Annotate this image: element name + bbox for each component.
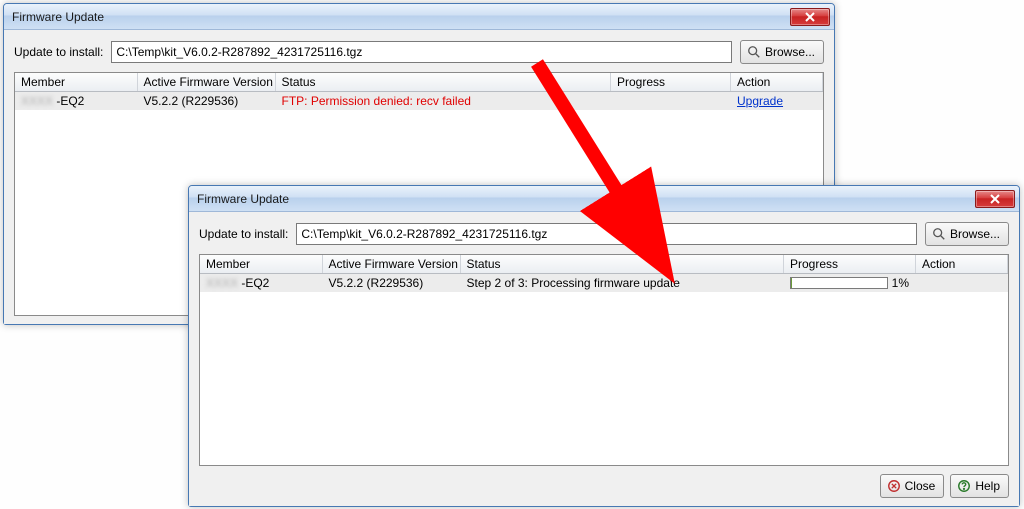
upgrade-link[interactable]: Upgrade	[737, 94, 783, 108]
col-version[interactable]: Active Firmware Version	[137, 73, 275, 92]
install-row: Update to install: Browse...	[14, 40, 824, 64]
col-progress[interactable]: Progress	[611, 73, 731, 92]
x-circle-icon	[887, 479, 901, 493]
install-row: Update to install: Browse...	[199, 222, 1009, 246]
close-icon	[805, 12, 815, 22]
browse-label: Browse...	[950, 227, 1000, 241]
firmware-table: Member Active Firmware Version Status Pr…	[199, 254, 1009, 466]
install-path-input[interactable]	[111, 41, 732, 63]
help-icon	[957, 479, 971, 493]
col-member[interactable]: Member	[15, 73, 137, 92]
close-label: Close	[905, 479, 936, 493]
install-path-input[interactable]	[296, 223, 917, 245]
help-button[interactable]: Help	[950, 474, 1009, 498]
table-header-row: Member Active Firmware Version Status Pr…	[15, 73, 823, 92]
table-header-row: Member Active Firmware Version Status Pr…	[200, 255, 1008, 274]
cell-action: Upgrade	[731, 92, 823, 111]
cell-status: FTP: Permission denied: recv failed	[275, 92, 611, 111]
titlebar[interactable]: Firmware Update	[189, 186, 1019, 212]
cell-member: XXXX -EQ2	[15, 92, 137, 111]
cell-progress	[611, 92, 731, 111]
col-action[interactable]: Action	[731, 73, 823, 92]
close-button[interactable]: Close	[880, 474, 945, 498]
install-label: Update to install:	[14, 45, 103, 59]
help-label: Help	[975, 479, 1000, 493]
titlebar[interactable]: Firmware Update	[4, 4, 834, 30]
browse-button[interactable]: Browse...	[925, 222, 1009, 246]
window-title: Firmware Update	[12, 10, 790, 24]
col-progress[interactable]: Progress	[784, 255, 916, 274]
close-icon	[990, 194, 1000, 204]
col-action[interactable]: Action	[916, 255, 1008, 274]
window-body: Update to install: Browse... Member Acti…	[189, 212, 1019, 506]
install-label: Update to install:	[199, 227, 288, 241]
cell-progress: 1%	[784, 274, 916, 293]
progress-fill	[791, 278, 792, 288]
col-version[interactable]: Active Firmware Version	[322, 255, 460, 274]
cell-action	[916, 274, 1008, 293]
window-close-button[interactable]	[975, 190, 1015, 208]
dialog-footer: Close Help	[199, 474, 1009, 498]
window-close-button[interactable]	[790, 8, 830, 26]
search-icon	[747, 45, 761, 59]
cell-member: XXXX -EQ2	[200, 274, 322, 293]
col-status[interactable]: Status	[275, 73, 611, 92]
browse-button[interactable]: Browse...	[740, 40, 824, 64]
cell-status: Step 2 of 3: Processing firmware update	[460, 274, 784, 293]
browse-label: Browse...	[765, 45, 815, 59]
progress-text: 1%	[892, 276, 909, 290]
table-row[interactable]: XXXX -EQ2 V5.2.2 (R229536) Step 2 of 3: …	[200, 274, 1008, 293]
firmware-update-window-2: Firmware Update Update to install: Brows…	[188, 185, 1020, 507]
progress-bar	[790, 277, 888, 289]
cell-version: V5.2.2 (R229536)	[137, 92, 275, 111]
cell-version: V5.2.2 (R229536)	[322, 274, 460, 293]
col-status[interactable]: Status	[460, 255, 784, 274]
search-icon	[932, 227, 946, 241]
col-member[interactable]: Member	[200, 255, 322, 274]
window-title: Firmware Update	[197, 192, 975, 206]
table-row[interactable]: XXXX -EQ2 V5.2.2 (R229536) FTP: Permissi…	[15, 92, 823, 111]
